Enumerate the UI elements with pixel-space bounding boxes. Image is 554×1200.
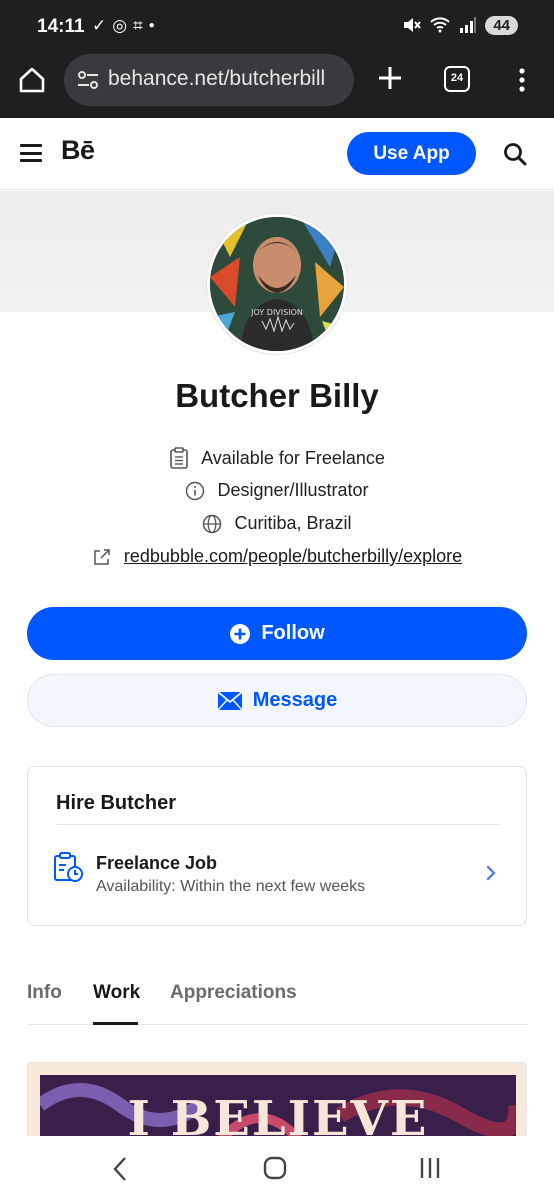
- home-icon[interactable]: [16, 64, 48, 96]
- url-text[interactable]: behance.net/butcherbill: [108, 67, 348, 91]
- website-link[interactable]: redbubble.com/people/butcherbilly/explor…: [124, 546, 462, 567]
- message-button[interactable]: Message: [27, 674, 527, 727]
- occupation-row: Designer/Illustrator: [0, 480, 554, 501]
- plus-circle-icon: [230, 623, 251, 644]
- globe-icon: [203, 514, 222, 533]
- home-nav-icon[interactable]: [263, 1156, 287, 1180]
- site-settings-icon[interactable]: [76, 68, 100, 92]
- avatar-shirt-text: JOY DIVISION: [250, 308, 303, 317]
- screenshot-icon: ⌗: [133, 16, 143, 35]
- tab-work[interactable]: Work: [93, 982, 140, 1004]
- back-icon[interactable]: [112, 1156, 128, 1182]
- search-icon[interactable]: [502, 141, 528, 167]
- info-icon: [186, 481, 205, 500]
- active-tab-indicator: [93, 1022, 138, 1025]
- hire-card: Hire Butcher Freelance Job Availability:…: [27, 766, 527, 926]
- follow-button[interactable]: Follow: [27, 607, 527, 660]
- signal-icon: [460, 17, 477, 33]
- recent-apps-icon[interactable]: [419, 1156, 441, 1180]
- site-header: Bē Use App: [0, 118, 554, 190]
- clipboard-icon: [170, 447, 188, 469]
- follow-label: Follow: [261, 622, 325, 644]
- avatar-image: JOY DIVISION: [210, 217, 344, 351]
- availability-text: Available for Freelance: [201, 447, 385, 468]
- status-notification-icons: ✓ ◎ ⌗ ●: [92, 15, 155, 37]
- check-icon: ✓: [92, 16, 107, 35]
- tab-appreciations[interactable]: Appreciations: [170, 982, 297, 1004]
- browser-toolbar: behance.net/butcherbill 24: [0, 52, 554, 108]
- cover-art-text: I BELIEVE: [127, 1091, 429, 1140]
- envelope-icon: [217, 690, 243, 711]
- hire-title: Hire Butcher: [56, 792, 177, 814]
- dot-icon: ●: [148, 20, 155, 31]
- tab-switcher-button[interactable]: 24: [444, 66, 470, 92]
- browser-chrome: 14:11 ✓ ◎ ⌗ ● 44 behance.net/butcherbill…: [0, 0, 554, 118]
- occupation-text: Designer/Illustrator: [217, 480, 369, 500]
- hire-divider: [56, 824, 499, 825]
- profile-tabs: Info Work Appreciations: [27, 982, 527, 1025]
- avatar[interactable]: JOY DIVISION: [207, 214, 347, 354]
- status-system-icons: 44: [401, 15, 518, 35]
- whatsapp-icon: ◎: [112, 16, 128, 35]
- hamburger-menu-icon[interactable]: [20, 144, 42, 162]
- mute-icon: [404, 18, 422, 32]
- new-tab-icon[interactable]: [372, 60, 408, 96]
- location-text: Curitiba, Brazil: [234, 513, 352, 533]
- freelance-job-availability: Availability: Within the next few weeks: [96, 878, 366, 895]
- overflow-menu-icon[interactable]: [510, 64, 534, 96]
- android-nav-bar: [0, 1136, 554, 1200]
- availability-row: Available for Freelance: [0, 447, 554, 469]
- external-link-icon: [94, 548, 110, 565]
- use-app-button[interactable]: Use App: [347, 132, 476, 175]
- battery-badge: 44: [485, 15, 518, 35]
- status-time: 14:11: [37, 16, 85, 37]
- location-row: Curitiba, Brazil: [0, 513, 554, 534]
- wifi-icon: [430, 17, 451, 33]
- freelance-job-title[interactable]: Freelance Job: [96, 853, 217, 874]
- behance-logo[interactable]: Bē: [61, 135, 95, 166]
- status-bar: 14:11 ✓ ◎ ⌗ ● 44: [0, 0, 554, 52]
- website-row: redbubble.com/people/butcherbilly/explor…: [0, 546, 554, 567]
- project-cover-image[interactable]: I BELIEVE: [40, 1075, 516, 1140]
- profile-name: Butcher Billy: [175, 377, 379, 414]
- tab-info[interactable]: Info: [27, 982, 62, 1004]
- address-bar[interactable]: behance.net/butcherbill: [64, 54, 354, 106]
- chevron-right-icon[interactable]: [485, 865, 497, 881]
- clipboard-clock-icon: [54, 852, 83, 882]
- message-label: Message: [252, 689, 338, 711]
- work-project-card[interactable]: I BELIEVE: [27, 1062, 527, 1140]
